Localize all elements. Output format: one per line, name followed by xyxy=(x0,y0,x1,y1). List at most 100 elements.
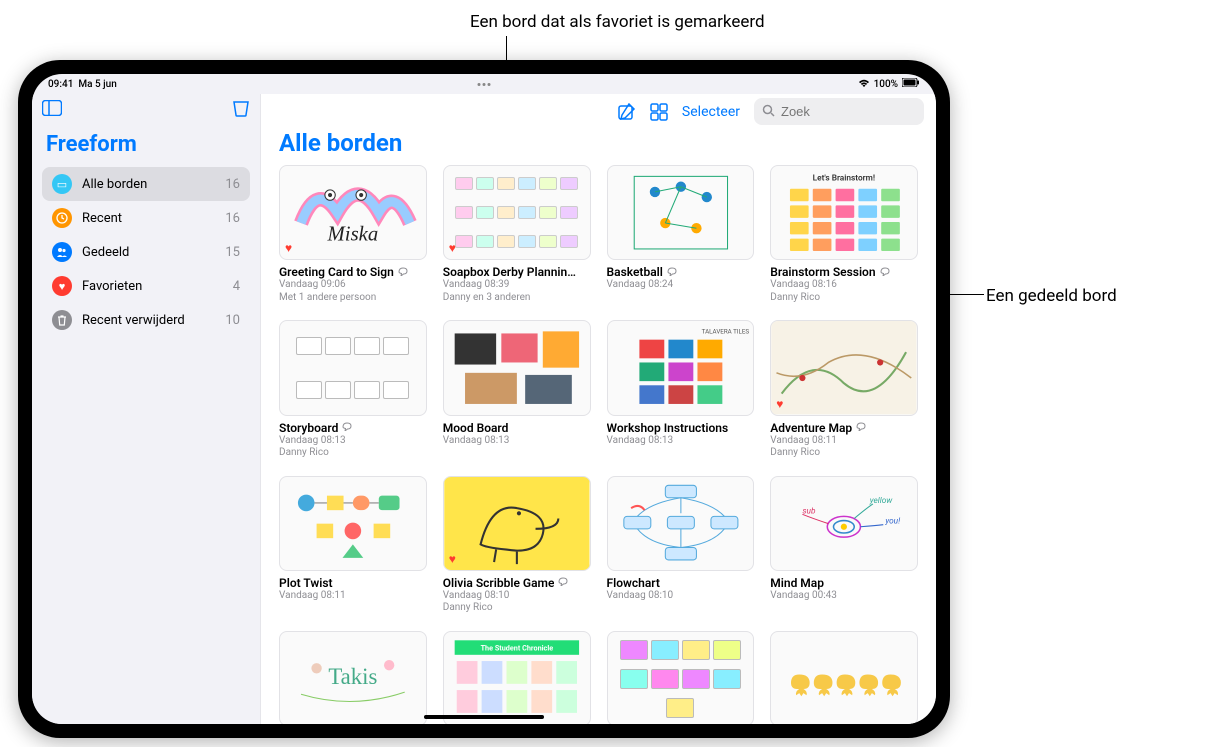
board-timestamp: Vandaag 08:24 xyxy=(607,279,755,292)
board-timestamp: Vandaag 08:10 xyxy=(607,590,755,603)
new-board-icon[interactable] xyxy=(618,103,636,121)
board-thumbnail: Takis xyxy=(279,631,427,724)
battery-icon xyxy=(902,78,920,90)
board-title: Mind Map xyxy=(770,576,824,590)
board-thumbnail: Miska ♥ xyxy=(279,165,427,260)
board-timestamp: Vandaag 09:06 xyxy=(279,279,427,292)
shared-badge-icon xyxy=(667,266,678,279)
search-icon xyxy=(762,102,775,121)
board-title: Flowchart xyxy=(607,576,660,590)
shared-badge-icon xyxy=(398,266,409,279)
board-thumbnail xyxy=(770,631,918,724)
sidebar-item-recently-deleted[interactable]: Recent verwijderd 10 xyxy=(42,303,250,337)
board-item[interactable]: Let's Brainstorm! Brainstorm SessionVand… xyxy=(770,165,918,304)
board-title: Mood Board xyxy=(443,421,509,435)
board-title: Storyboard xyxy=(279,421,338,435)
board-timestamp: Vandaag 08:10 xyxy=(443,590,591,603)
select-button[interactable]: Selecteer xyxy=(682,104,740,120)
board-item[interactable]: TALAVERA TILES Workshop InstructionsVand… xyxy=(607,320,755,459)
board-thumbnail: Let's Brainstorm! xyxy=(770,165,918,260)
board-item[interactable]: The Student Chronicle xyxy=(443,631,591,724)
svg-text:Takis: Takis xyxy=(328,664,377,689)
favorite-heart-icon: ♥ xyxy=(449,552,456,566)
all-boards-icon: ▭ xyxy=(52,174,72,194)
board-item[interactable]: ♥Olivia Scribble GameVandaag 08:10Danny … xyxy=(443,476,591,615)
board-title: Adventure Map xyxy=(770,421,852,435)
sidebar-item-label: Recent xyxy=(82,211,225,226)
board-timestamp: Vandaag 08:11 xyxy=(770,435,918,448)
sidebar-item-label: Gedeeld xyxy=(82,245,225,260)
status-bar: 09:41 Ma 5 jun 100% xyxy=(32,74,936,94)
board-title: Brainstorm Session xyxy=(770,265,875,279)
shared-badge-icon xyxy=(880,266,891,279)
sidebar-item-label: Alle borden xyxy=(82,177,225,192)
sidebar-item-count: 16 xyxy=(225,211,240,226)
board-item[interactable] xyxy=(770,631,918,724)
board-author: Danny Rico xyxy=(770,447,918,460)
svg-text:TALAVERA TILES: TALAVERA TILES xyxy=(701,328,749,336)
toolbar: Selecteer xyxy=(261,94,936,129)
grid-view-icon[interactable] xyxy=(650,103,668,121)
svg-text:Miska: Miska xyxy=(327,224,379,246)
board-timestamp: Vandaag 00:43 xyxy=(770,590,918,603)
board-item[interactable]: ♥Soapbox Derby Plannin…Vandaag 08:39Dann… xyxy=(443,165,591,304)
board-timestamp: Vandaag 08:13 xyxy=(607,435,755,448)
wifi-icon xyxy=(858,78,870,91)
board-item[interactable]: Mood BoardVandaag 08:13 xyxy=(443,320,591,459)
sidebar-item-label: Favorieten xyxy=(82,279,233,294)
board-item[interactable]: Takis xyxy=(279,631,427,724)
board-item[interactable]: Plot TwistVandaag 08:11 xyxy=(279,476,427,615)
board-item[interactable] xyxy=(607,631,755,724)
board-item[interactable]: StoryboardVandaag 08:13Danny Rico xyxy=(279,320,427,459)
board-timestamp: Vandaag 08:11 xyxy=(279,590,427,603)
board-title: Soapbox Derby Plannin… xyxy=(443,265,576,279)
board-title: Basketball xyxy=(607,265,663,279)
board-title: Workshop Instructions xyxy=(607,421,729,435)
board-item[interactable]: FlowchartVandaag 08:10 xyxy=(607,476,755,615)
board-author: Danny Rico xyxy=(443,602,591,615)
board-author: Danny Rico xyxy=(770,292,918,305)
recent-icon xyxy=(52,208,72,228)
sidebar-item-count: 10 xyxy=(225,313,240,328)
search-input[interactable] xyxy=(781,104,936,119)
callout-favorite: Een bord dat als favoriet is gemarkeerd xyxy=(470,12,765,32)
content-area: Selecteer Alle borden xyxy=(260,94,936,724)
sidebar-item-count: 4 xyxy=(233,279,240,294)
board-thumbnail: TALAVERA TILES xyxy=(607,320,755,415)
search-box[interactable] xyxy=(754,98,924,125)
sidebar-item-all-boards[interactable]: ▭ Alle borden 16 xyxy=(42,167,250,201)
sidebar: Freeform ▭ Alle borden 16 Recent 16 xyxy=(32,94,260,724)
favorite-heart-icon: ♥ xyxy=(449,241,456,255)
board-item[interactable]: Miska ♥ Greeting Card to SignVandaag 09:0… xyxy=(279,165,427,304)
home-indicator[interactable] xyxy=(424,715,544,719)
board-item[interactable]: sub yellow you! Mind MapVandaag 00:43 xyxy=(770,476,918,615)
board-thumbnail: ♥ xyxy=(443,165,591,260)
svg-text:Let's Brainstorm!: Let's Brainstorm! xyxy=(813,174,875,184)
status-time: 09:41 xyxy=(48,79,73,90)
board-thumbnail: ♥ xyxy=(770,320,918,415)
board-title: Greeting Card to Sign xyxy=(279,265,394,279)
sidebar-toggle-icon[interactable] xyxy=(42,100,62,122)
board-timestamp: Vandaag 08:16 xyxy=(770,279,918,292)
page-title: Alle borden xyxy=(261,129,936,165)
shared-badge-icon xyxy=(856,421,867,434)
boards-grid: Miska ♥ Greeting Card to SignVandaag 09:0… xyxy=(261,165,936,724)
board-thumbnail: The Student Chronicle xyxy=(443,631,591,724)
trash-icon xyxy=(52,310,72,330)
sidebar-item-recent[interactable]: Recent 16 xyxy=(42,201,250,235)
shared-badge-icon xyxy=(342,421,353,434)
board-item[interactable]: BasketballVandaag 08:24 xyxy=(607,165,755,304)
board-thumbnail xyxy=(443,320,591,415)
board-author: Danny Rico xyxy=(279,447,427,460)
board-item[interactable]: ♥ Adventure MapVandaag 08:11Danny Rico xyxy=(770,320,918,459)
sidebar-item-shared[interactable]: Gedeeld 15 xyxy=(42,235,250,269)
sidebar-item-count: 15 xyxy=(225,245,240,260)
favorite-heart-icon: ♥ xyxy=(285,241,292,255)
board-timestamp: Vandaag 08:13 xyxy=(443,435,591,448)
sidebar-item-favorites[interactable]: ♥ Favorieten 4 xyxy=(42,269,250,303)
multitask-dots[interactable] xyxy=(477,78,492,89)
archive-icon[interactable] xyxy=(232,100,250,122)
board-timestamp: Vandaag 08:13 xyxy=(279,435,427,448)
shared-icon xyxy=(52,242,72,262)
board-thumbnail xyxy=(279,476,427,571)
